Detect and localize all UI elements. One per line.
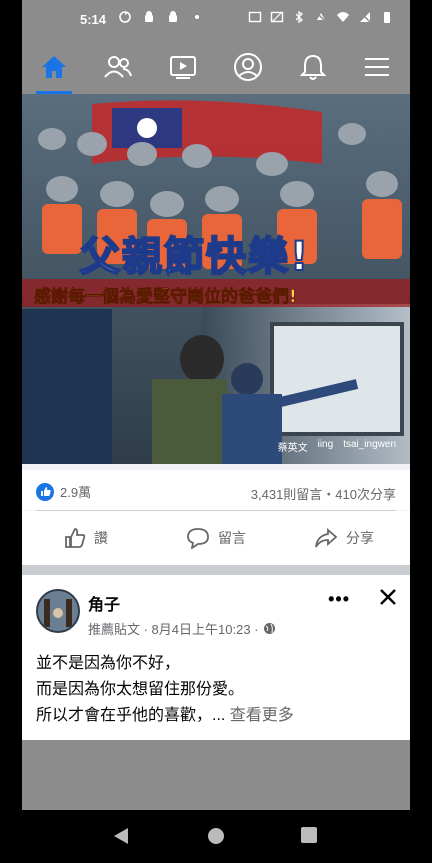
wifi-icon xyxy=(337,12,349,22)
like-label: 讚 xyxy=(94,530,108,546)
likes-count[interactable]: 2.9萬 xyxy=(36,482,91,501)
author-avatar[interactable] xyxy=(36,589,80,633)
photo-credits: 蔡英文 iing tsai_ingwen xyxy=(278,439,396,454)
system-nav-bar xyxy=(0,810,432,863)
close-icon xyxy=(380,589,396,605)
back-icon[interactable] xyxy=(112,826,130,846)
close-button[interactable] xyxy=(378,583,398,614)
post-text-line-3: 所以才會在乎他的喜歡，... xyxy=(36,707,226,724)
right-black-bar xyxy=(410,0,432,863)
comment-label: 留言 xyxy=(218,530,246,546)
nav-notifications[interactable] xyxy=(289,48,337,86)
nav-home[interactable] xyxy=(30,48,78,94)
android-icon xyxy=(169,11,177,22)
headline-text: 父親節快樂! xyxy=(79,233,311,281)
status-right-icons xyxy=(248,10,394,24)
instagram-credit: tsai_ingwen xyxy=(343,439,396,450)
cast-icon xyxy=(248,11,262,23)
subline-text: 感謝每一個為愛堅守崗位的爸爸們! xyxy=(34,287,297,308)
battery-icon xyxy=(384,12,390,23)
suggested-post: 角子 推薦貼文 · 8月4日上午10:23 · ••• 並不是因為你不好， 而是… xyxy=(22,575,410,740)
comment-button[interactable]: 留言 xyxy=(186,525,246,551)
left-black-bar xyxy=(0,0,22,863)
status-time: 5:14 xyxy=(80,12,107,27)
nfc-icon xyxy=(270,11,284,23)
post-text-line: 而是因為你太想留住那份愛。 xyxy=(36,681,245,698)
share-icon xyxy=(315,528,338,548)
recents-icon[interactable] xyxy=(300,826,318,844)
more-options-button[interactable]: ••• xyxy=(328,589,350,610)
line-credit: iing xyxy=(317,439,334,450)
likes-text: 2.9萬 xyxy=(60,485,92,500)
post-meta-text: 推薦貼文 · 8月4日上午10:23 · xyxy=(88,622,259,637)
feed-separator xyxy=(22,565,410,575)
friends-icon xyxy=(104,56,132,78)
status-bar: 5:14 xyxy=(22,0,410,40)
post-actions: 讚 留言 分享 xyxy=(22,511,410,565)
mute-icon xyxy=(315,11,327,23)
author-name[interactable]: 角子 xyxy=(88,591,120,615)
comment-icon xyxy=(187,528,209,549)
home-icon xyxy=(42,56,66,78)
share-label: 分享 xyxy=(346,530,374,546)
android-icon xyxy=(145,11,153,22)
bottom-overlay xyxy=(22,740,410,810)
post-text-line: 所以才會在乎他的喜歡，... 查看更多 xyxy=(36,703,294,729)
bell-icon xyxy=(300,54,326,80)
thumbs-up-icon xyxy=(65,528,86,548)
post-meta: 推薦貼文 · 8月4日上午10:23 · xyxy=(88,619,276,638)
globe-icon xyxy=(263,623,275,634)
nav-profile[interactable] xyxy=(224,48,272,86)
signal-off-icon xyxy=(359,11,371,23)
post-text: 並不是因為你不好， 而是因為你太想留住那份愛。 所以才會在乎他的喜歡，... 查… xyxy=(36,651,294,729)
watch-icon xyxy=(170,56,196,79)
nav-friends[interactable] xyxy=(94,48,142,86)
status-left-icons xyxy=(118,10,204,24)
avatar-image xyxy=(38,591,78,631)
post-text-line: 並不是因為你不好， xyxy=(36,655,181,672)
nav-watch[interactable] xyxy=(159,48,207,86)
bluetooth-icon xyxy=(295,10,304,24)
profile-icon xyxy=(234,53,262,81)
comments-shares-count[interactable]: 3,431則留言・410次分享 xyxy=(251,484,396,503)
reaction-counts-bar: 2.9萬 3,431則留言・410次分享 xyxy=(22,470,410,510)
post-photo[interactable]: 父親節快樂! 感謝每一個為愛堅守崗位的爸爸們! 蔡英文 iing tsai_in… xyxy=(22,94,410,464)
menu-icon xyxy=(365,58,389,76)
dot-icon xyxy=(195,15,199,19)
like-button[interactable]: 讚 xyxy=(64,525,108,551)
sync-icon xyxy=(119,11,131,23)
top-nav-bar xyxy=(22,40,410,95)
share-button[interactable]: 分享 xyxy=(314,525,374,551)
home-circle-icon[interactable] xyxy=(206,826,226,846)
see-more-link[interactable]: 查看更多 xyxy=(230,707,294,724)
like-badge-icon xyxy=(36,482,54,501)
nav-menu[interactable] xyxy=(353,48,401,86)
facebook-credit: 蔡英文 xyxy=(277,443,308,454)
